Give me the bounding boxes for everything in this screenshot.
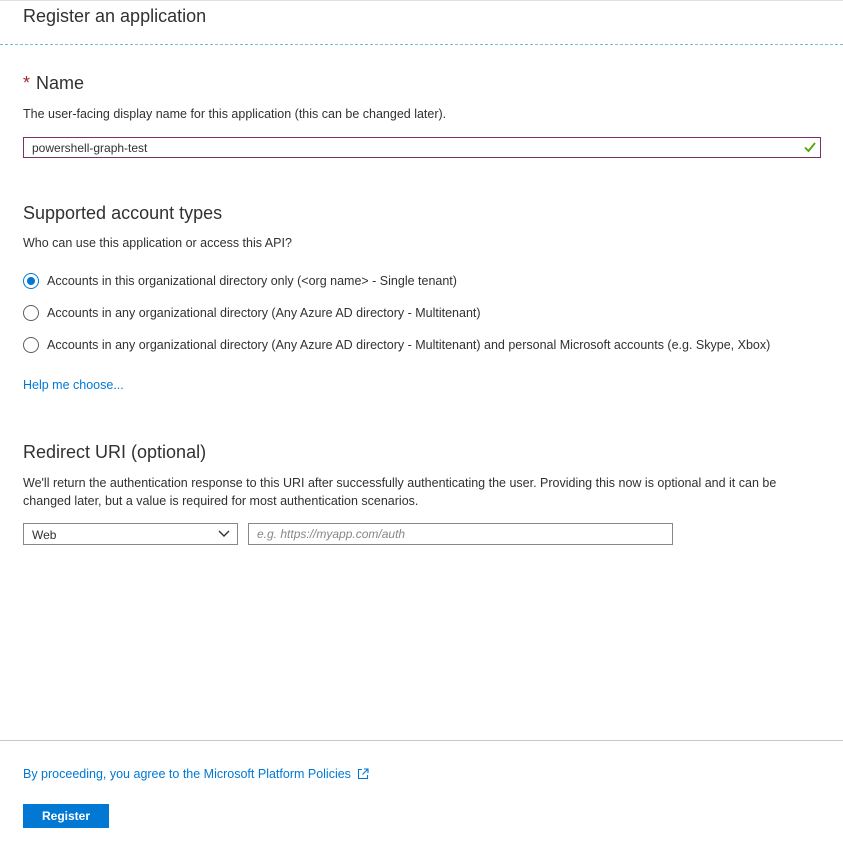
name-label: Name <box>36 73 85 93</box>
radio-button[interactable] <box>23 337 39 353</box>
radio-button-selected[interactable] <box>23 273 39 289</box>
external-link-icon <box>357 768 369 780</box>
required-marker: * <box>23 73 31 93</box>
platform-select-value: Web <box>32 528 57 542</box>
name-description: The user-facing display name for this ap… <box>23 107 447 121</box>
account-option-multitenant[interactable]: Accounts in any organizational directory… <box>23 303 481 323</box>
header-divider <box>0 44 843 45</box>
redirect-uri-input[interactable] <box>248 523 673 545</box>
radio-label: Accounts in this organizational director… <box>47 274 457 288</box>
name-input[interactable]: powershell-graph-test <box>23 137 821 158</box>
account-option-multitenant-personal[interactable]: Accounts in any organizational directory… <box>23 335 770 355</box>
top-border <box>0 0 843 1</box>
footer-divider <box>0 740 843 741</box>
page-title: Register an application <box>23 6 207 26</box>
account-option-single-tenant[interactable]: Accounts in this organizational director… <box>23 271 457 291</box>
platform-select[interactable]: Web <box>23 523 238 545</box>
checkmark-icon <box>804 142 816 153</box>
help-me-choose-link[interactable]: Help me choose... <box>23 378 124 392</box>
radio-label: Accounts in any organizational directory… <box>47 338 771 352</box>
redirect-uri-title: Redirect URI (optional) <box>23 442 207 462</box>
radio-label: Accounts in any organizational directory… <box>47 306 481 320</box>
platform-policies-link[interactable]: By proceeding, you agree to the Microsof… <box>23 767 369 781</box>
redirect-uri-description: We'll return the authentication response… <box>23 476 777 508</box>
account-types-description: Who can use this application or access t… <box>23 236 292 250</box>
name-section-title: * Name <box>23 73 84 94</box>
platform-policies-text[interactable]: By proceeding, you agree to the Microsof… <box>23 767 351 781</box>
chevron-down-icon <box>218 530 230 537</box>
name-input-value[interactable]: powershell-graph-test <box>32 141 147 155</box>
radio-button[interactable] <box>23 305 39 321</box>
register-button[interactable]: Register <box>23 804 109 828</box>
account-types-title: Supported account types <box>23 203 223 223</box>
